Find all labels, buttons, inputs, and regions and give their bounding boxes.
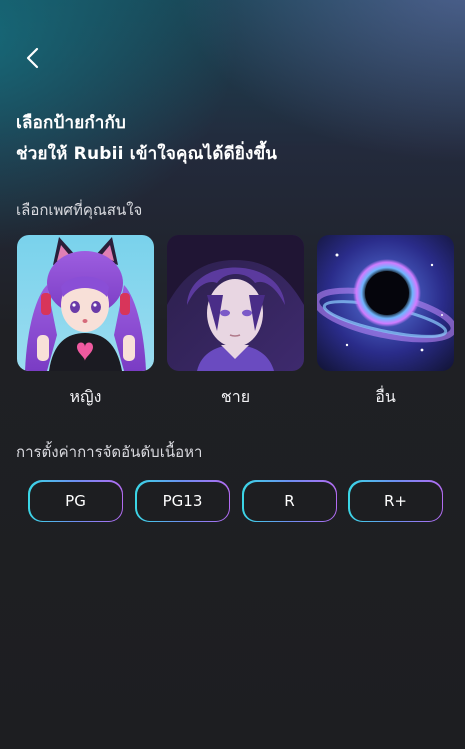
gender-option-label: อื่น [375,387,396,406]
rating-section-label: การตั้งค่าการจัดอันดับเนื้อหา [16,443,203,461]
gender-option-label: ชาย [220,387,251,406]
gender-option-other[interactable]: อื่น [317,235,454,410]
rating-chip-label: PG [29,481,122,521]
rating-chip-r[interactable]: R [242,480,337,522]
gender-options: หญิง ชาย อื่น [17,235,454,410]
rating-chip-pg13[interactable]: PG13 [135,480,230,522]
anime-boy-portrait-image [167,235,304,371]
gender-option-label: หญิง [69,387,102,406]
rating-chip-r-plus[interactable]: R+ [348,480,443,522]
rating-chip-label: R [243,481,336,521]
gender-section-label: เลือกเพศที่คุณสนใจ [16,201,143,219]
rating-chip-label: R+ [349,481,442,521]
rating-chip-label: PG13 [136,481,229,521]
anime-girl-portrait-image [17,235,154,371]
gender-option-female[interactable]: หญิง [17,235,154,410]
title-line-2: ช่วยให้ Rubii เข้าใจคุณได้ดียิ่งขึ้น [16,144,278,164]
galaxy-black-hole-image [317,235,454,371]
chevron-left-icon[interactable] [22,44,46,72]
page-title: เลือกป้ายกำกับ ช่วยให้ Rubii เข้าใจคุณได… [16,108,277,170]
gender-option-male[interactable]: ชาย [167,235,304,410]
rating-options: PG PG13 R R+ [28,480,444,522]
title-line-1: เลือกป้ายกำกับ [16,113,126,133]
rating-chip-pg[interactable]: PG [28,480,123,522]
